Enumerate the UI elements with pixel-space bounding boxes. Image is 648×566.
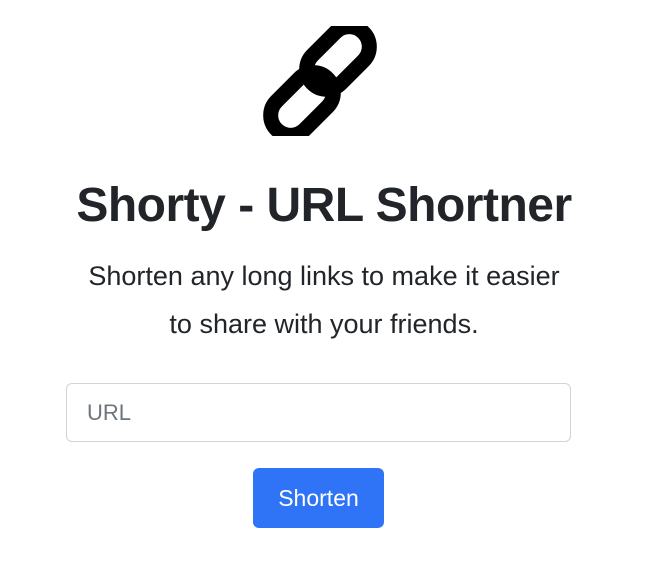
shorten-button[interactable]: Shorten	[253, 468, 384, 528]
page-subtitle: Shorten any long links to make it easier…	[88, 261, 560, 339]
url-input[interactable]	[66, 383, 571, 442]
link-icon	[262, 26, 378, 136]
page: Shorty - URL Shortner Shorten any long l…	[0, 0, 648, 566]
page-title: Shorty - URL Shortner	[76, 179, 572, 232]
